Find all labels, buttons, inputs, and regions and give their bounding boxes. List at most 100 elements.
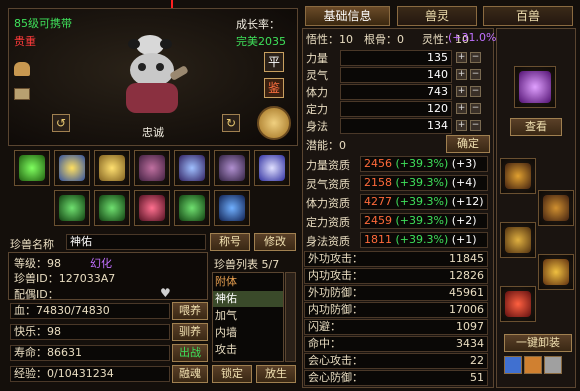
skill-slot-5[interactable] [174,150,210,186]
combat-row: 会心防御： 51 [304,370,488,386]
minus-button[interactable]: − [470,52,481,63]
list-item-selected[interactable]: 神佑 [213,291,283,307]
sun-burst-icon [59,155,85,181]
attr-label: 定力 [306,103,328,116]
wuxing: 悟性：10 [306,33,353,46]
skill-slot-4[interactable] [134,150,170,186]
lock-button[interactable]: 锁定 [212,365,252,383]
list-item[interactable]: 加气 [215,308,281,324]
view-button[interactable]: 查看 [510,118,562,136]
minus-button[interactable]: − [470,103,481,114]
qual-bonus: (+39.3%) [395,157,449,170]
list-item[interactable]: 内墙 [215,325,281,341]
qual-label: 灵气资质 [306,178,350,191]
plus-button[interactable]: + [456,86,467,97]
feed-button[interactable]: 喂养 [172,302,208,320]
growth-value: 完美2035 [236,35,286,48]
unequip-all-button[interactable]: 一键卸装 [504,334,572,352]
plus-button[interactable]: + [456,120,467,131]
qual-extra: (+1) [451,233,477,246]
skill-slot-8[interactable] [54,190,90,226]
combat-label: 外功防御： [308,286,363,299]
qual-bonus: (+39.3%) [395,233,449,246]
pet-list-header: 珍兽列表 5/7 [214,258,280,271]
pet-name-input[interactable]: 神佑 [66,234,206,250]
growth-label: 成长率： [236,18,280,31]
release-button[interactable]: 放生 [256,365,296,383]
combat-row: 外功攻击： 11845 [304,251,488,267]
skill-slot-9[interactable] [94,190,130,226]
tame-button[interactable]: 驯养 [172,323,208,341]
hat-icon[interactable] [14,62,30,76]
spirit-crystal-slot[interactable] [514,66,556,108]
mini-icon-2[interactable] [524,356,542,374]
scroll-icon[interactable] [14,88,30,100]
skill-slot-6[interactable] [214,150,250,186]
skill-slot-1[interactable] [14,150,50,186]
list-item[interactable]: 附体 [215,274,281,290]
skill-slot-12[interactable] [214,190,250,226]
lotus-emblem-icon [257,106,291,140]
combat-label: 闪避： [308,320,341,333]
fight-button[interactable]: 出战 [172,344,208,362]
qual-base: 4277 [364,195,392,208]
plus-button[interactable]: + [456,52,467,63]
minus-button[interactable]: − [470,86,481,97]
combat-value: 45961 [449,286,484,299]
list-scrollbar[interactable] [285,272,296,362]
fuse-button[interactable]: 融魂 [172,365,208,383]
mini-icon-1[interactable] [504,356,522,374]
combat-label: 会心攻击： [308,354,363,367]
pet-id: 珍兽ID：127033A7 [14,272,116,285]
tab-hundred-beasts[interactable]: 百兽 [483,6,573,26]
equip-slot-5[interactable] [500,286,536,322]
skill-slot-2[interactable] [54,150,90,186]
pet-level-text: 85级可携带 [14,17,72,30]
tab-basic-info[interactable]: 基础信息 [305,6,390,26]
horn-icon [543,195,569,221]
qual-label: 体力资质 [306,197,350,210]
minus-button[interactable]: − [470,69,481,80]
combat-row: 命中： 3434 [304,336,488,352]
lightning-icon [99,155,125,181]
skill-slot-7[interactable] [254,150,290,186]
rotate-left-button[interactable]: ↺ [52,114,70,132]
minus-button[interactable]: − [470,120,481,131]
pet-rarity: 贵重 [14,35,36,48]
tab-beast-spirit[interactable]: 兽灵 [397,6,477,26]
spouse-id: 配偶ID： [14,288,59,301]
equip-slot-2[interactable] [538,190,574,226]
green-rose-icon [59,195,85,221]
rotate-right-button[interactable]: ↻ [222,114,240,132]
list-item[interactable]: 攻击 [215,342,281,358]
plus-button[interactable]: + [456,69,467,80]
equip-slot-1[interactable] [500,158,536,194]
red-rose-icon [139,195,165,221]
green-burst-icon [19,155,45,181]
qual-label: 定力资质 [306,216,350,229]
equip-slot-4[interactable] [538,254,574,290]
confirm-button[interactable]: 确定 [446,135,490,153]
combat-value: 51 [470,371,484,384]
ping-button[interactable]: 平 [264,52,284,72]
skill-slot-11[interactable] [174,190,210,226]
combat-row: 闪避： 1097 [304,319,488,335]
demon-face-icon [139,155,165,181]
equip-slot-3[interactable] [500,222,536,258]
qual-value: 4277 (+39.3%) (+12) [360,194,488,210]
transform-label[interactable]: 幻化 [90,255,112,271]
plus-button[interactable]: + [456,103,467,114]
skill-slot-3[interactable] [94,150,130,186]
gengu: 根骨：0 [364,33,404,46]
combat-label: 会心防御： [308,371,363,384]
mini-icon-3[interactable] [544,356,562,374]
life-bar: 寿命：86631 [10,345,170,361]
jian-button[interactable]: 鉴 [264,78,284,98]
attr-value: 743 [340,84,452,100]
skill-slot-10[interactable] [134,190,170,226]
pet-name-label: 珍兽名称 [10,238,54,251]
qual-base: 2459 [364,214,392,227]
ring-icon [543,259,569,285]
title-button[interactable]: 称号 [210,233,250,251]
edit-button[interactable]: 修改 [254,233,296,251]
